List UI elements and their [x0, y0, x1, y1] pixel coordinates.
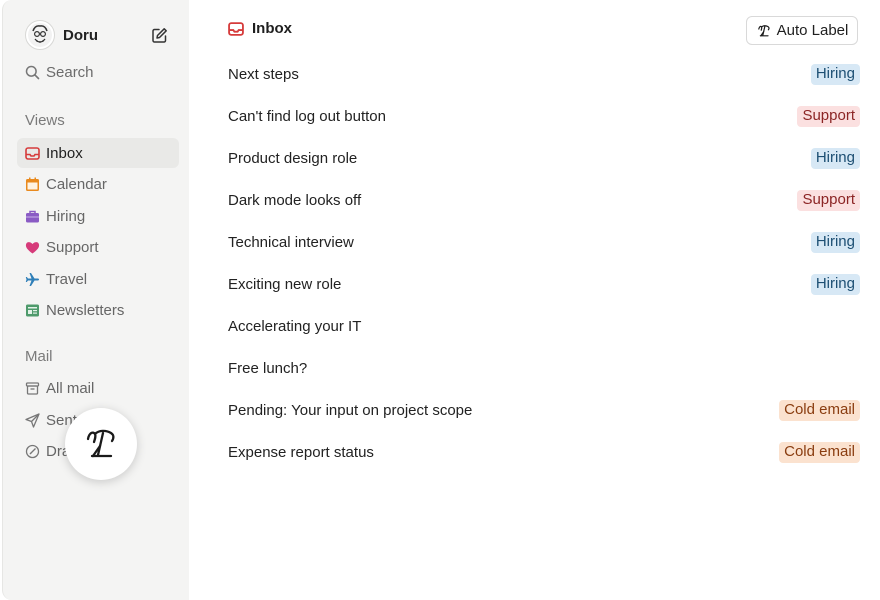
sidebar-item-all-mail[interactable]: All mail [17, 373, 179, 403]
email-subject: Expense report status [228, 444, 374, 461]
page-header: Inbox [228, 20, 292, 37]
email-subject: Technical interview [228, 234, 354, 251]
compose-button[interactable] [151, 27, 169, 45]
sidebar-item-newsletters[interactable]: Newsletters [17, 295, 179, 325]
email-subject: Pending: Your input on project scope [228, 402, 472, 419]
email-subject: Accelerating your IT [228, 318, 361, 335]
main-content: Inbox Auto Label Next steps Hiring Can't f… [188, 0, 880, 600]
email-row[interactable]: Technical interview Hiring [228, 229, 860, 255]
email-subject: Next steps [228, 66, 299, 83]
heart-icon [25, 240, 40, 255]
email-row[interactable]: Product design role Hiring [228, 145, 860, 171]
label-tag: Hiring [811, 274, 860, 295]
sidebar-item-calendar[interactable]: Calendar [17, 169, 179, 199]
search-label: Search [46, 64, 94, 81]
app-window: Doru Search Views Inbox [0, 0, 880, 600]
calendar-icon [25, 177, 40, 192]
assistant-logo-icon [81, 424, 121, 464]
send-icon [25, 413, 40, 428]
label-tag: Hiring [811, 148, 860, 169]
search-icon [25, 65, 40, 80]
auto-label-text: Auto Label [777, 22, 849, 39]
email-row[interactable]: Next steps Hiring [228, 61, 860, 87]
newspaper-icon [25, 303, 40, 318]
sidebar-item-inbox[interactable]: Inbox [17, 138, 179, 168]
views-heading: Views [25, 112, 65, 129]
label-tag: Hiring [811, 232, 860, 253]
email-subject: Dark mode looks off [228, 192, 361, 209]
email-subject: Product design role [228, 150, 357, 167]
auto-label-button[interactable]: Auto Label [746, 16, 858, 45]
mail-heading: Mail [25, 348, 53, 365]
user-menu[interactable]: Doru [25, 20, 98, 50]
email-row[interactable]: Exciting new role Hiring [228, 271, 860, 297]
draft-icon [25, 444, 40, 459]
sidebar-item-label: Calendar [46, 176, 107, 193]
avatar [25, 20, 55, 50]
email-subject: Exciting new role [228, 276, 341, 293]
sidebar-item-travel[interactable]: Travel [17, 264, 179, 294]
label-tag: Cold email [779, 442, 860, 463]
assistant-logo-icon [756, 23, 772, 39]
sidebar-item-hiring[interactable]: Hiring [17, 201, 179, 231]
user-name: Doru [63, 27, 98, 44]
email-row[interactable]: Accelerating your IT [228, 313, 860, 339]
inbox-icon [25, 146, 40, 161]
email-row[interactable]: Can't find log out button Support [228, 103, 860, 129]
sidebar-item-label: All mail [46, 380, 94, 397]
email-row[interactable]: Dark mode looks off Support [228, 187, 860, 213]
label-tag: Cold email [779, 400, 860, 421]
sidebar: Doru Search Views Inbox [2, 0, 189, 600]
sidebar-item-label: Travel [46, 271, 87, 288]
briefcase-icon [25, 209, 40, 224]
archive-icon [25, 381, 40, 396]
sidebar-item-label: Support [46, 239, 99, 256]
sidebar-item-label: Hiring [46, 208, 85, 225]
email-subject: Can't find log out button [228, 108, 386, 125]
page-title: Inbox [252, 20, 292, 37]
email-row[interactable]: Pending: Your input on project scope Cold… [228, 397, 860, 423]
email-subject: Free lunch? [228, 360, 307, 377]
label-tag: Hiring [811, 64, 860, 85]
email-row[interactable]: Free lunch? [228, 355, 860, 381]
sidebar-item-label: Inbox [46, 145, 83, 162]
inbox-icon [228, 21, 244, 37]
sidebar-item-support[interactable]: Support [17, 232, 179, 262]
label-tag: Support [797, 190, 860, 211]
compose-icon [151, 27, 168, 44]
sidebar-item-label: Newsletters [46, 302, 124, 319]
assistant-button[interactable] [65, 408, 137, 480]
label-tag: Support [797, 106, 860, 127]
email-row[interactable]: Expense report status Cold email [228, 439, 860, 465]
airplane-icon [25, 272, 40, 287]
search-button[interactable]: Search [25, 64, 94, 81]
